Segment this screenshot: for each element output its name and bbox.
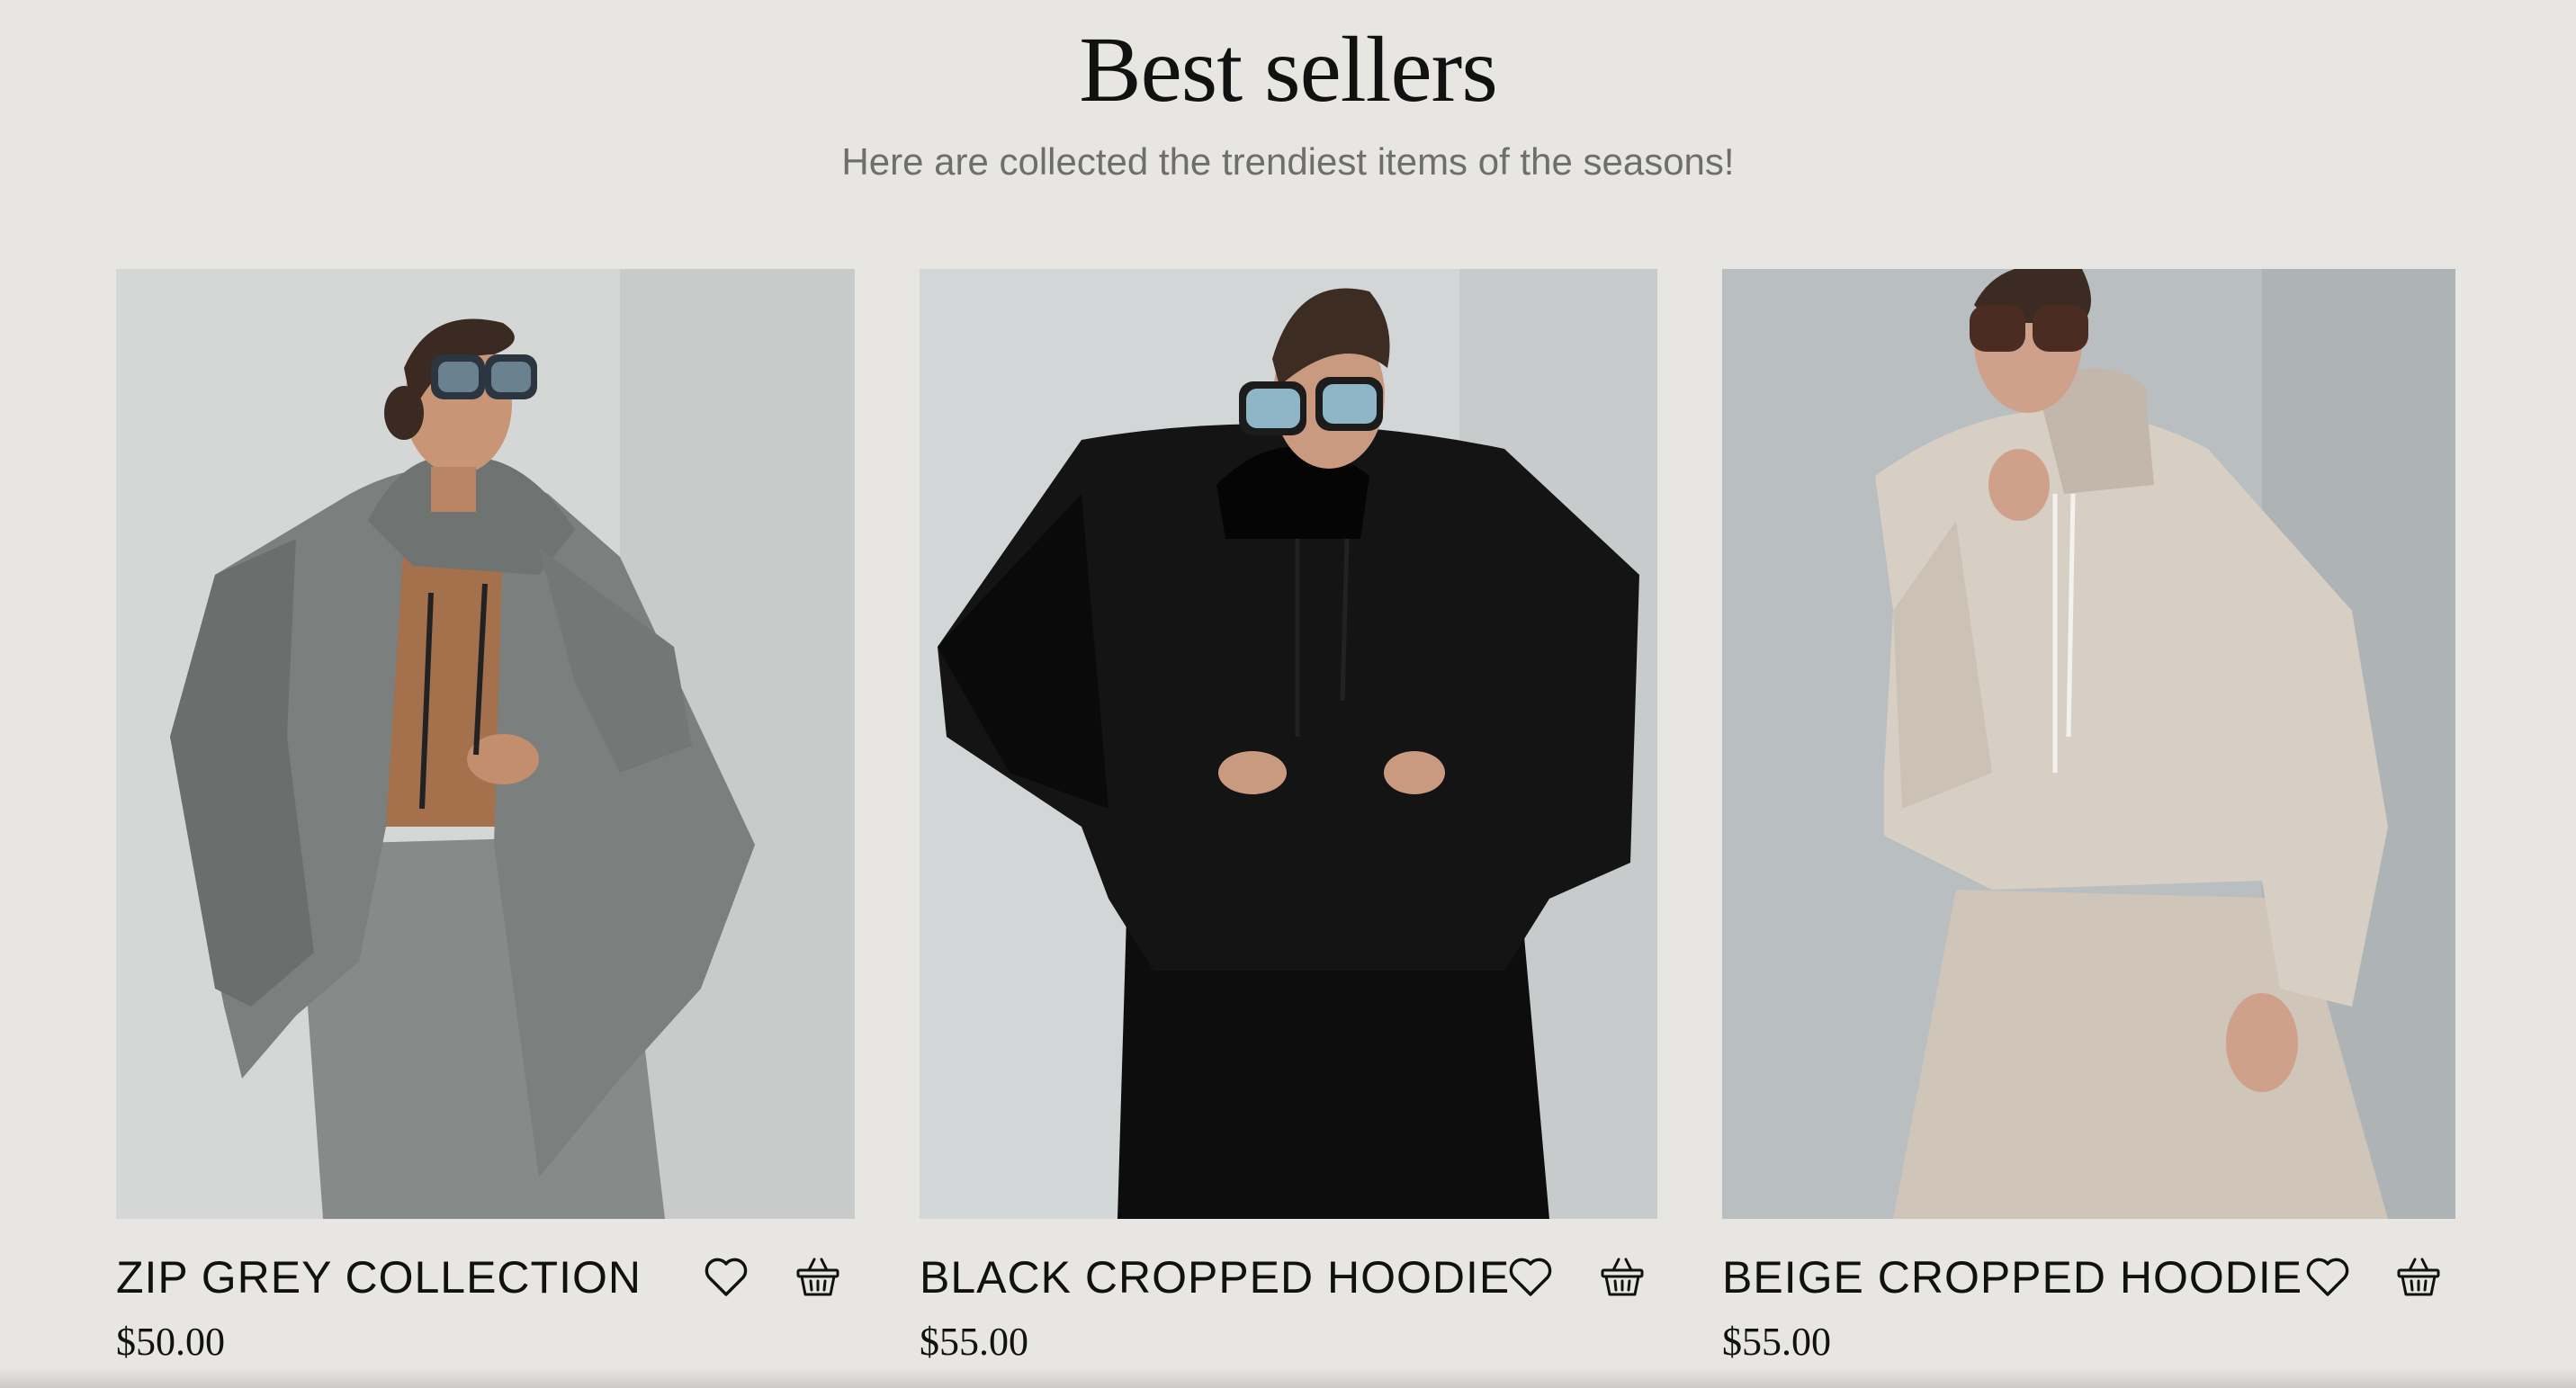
product-card-zip-grey[interactable]: ZIP GREY COLLECTION $50.00	[116, 269, 855, 1384]
heart-icon[interactable]	[701, 1252, 751, 1303]
product-name[interactable]: ZIP GREY COLLECTION	[116, 1245, 642, 1310]
product-name[interactable]: BLACK CROPPED HOODIE	[920, 1245, 1510, 1310]
page-title: Best sellers	[1079, 18, 1498, 121]
page-subtitle: Here are collected the trendiest items o…	[841, 140, 1735, 183]
heart-icon[interactable]	[2302, 1252, 2353, 1303]
product-photo-grey-hoodie	[116, 269, 855, 1219]
product-name[interactable]: BEIGE CROPPED HOODIE	[1722, 1245, 2302, 1310]
product-image[interactable]	[1722, 269, 2455, 1219]
product-price: $50.00	[116, 1320, 225, 1364]
bottom-shadow	[0, 1368, 2576, 1388]
product-card-beige-hoodie[interactable]: BEIGE CROPPED HOODIE $55.00	[1722, 269, 2455, 1384]
product-image[interactable]	[116, 269, 855, 1219]
product-photo-beige-hoodie	[1722, 269, 2455, 1219]
basket-icon[interactable]	[1597, 1252, 1647, 1303]
basket-icon[interactable]	[2393, 1252, 2444, 1303]
product-price: $55.00	[1722, 1320, 1831, 1364]
heart-icon[interactable]	[1505, 1252, 1556, 1303]
product-price: $55.00	[920, 1320, 1028, 1364]
product-photo-black-hoodie	[920, 269, 1657, 1219]
product-image[interactable]	[920, 269, 1657, 1219]
basket-icon[interactable]	[793, 1252, 843, 1303]
product-card-black-hoodie[interactable]: BLACK CROPPED HOODIE $55.00	[920, 269, 1657, 1384]
